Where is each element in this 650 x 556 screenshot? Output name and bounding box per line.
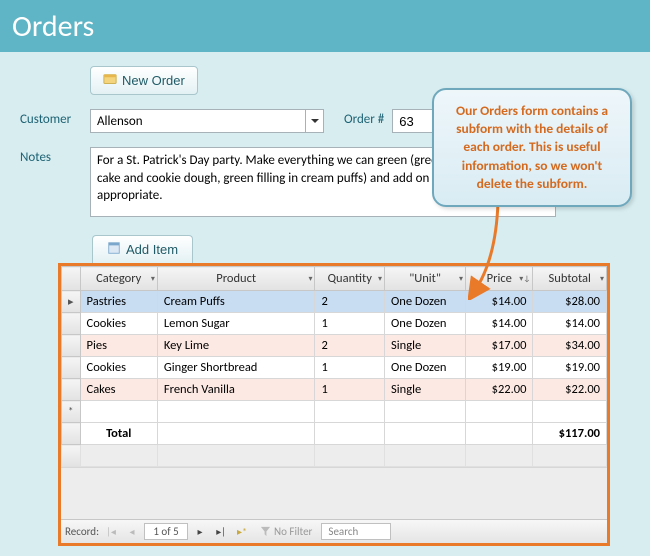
- cell-subtotal[interactable]: $34.00: [533, 335, 607, 357]
- record-position[interactable]: 1 of 5: [144, 523, 188, 540]
- cell-price[interactable]: $14.00: [466, 313, 533, 335]
- cell-quantity[interactable]: 1: [315, 357, 385, 379]
- cell-unit[interactable]: Single: [385, 379, 466, 401]
- filter-icon: [260, 526, 271, 537]
- items-subform: Category▾ Product▾ Quantity▾ "Unit"▾ Pri…: [58, 263, 610, 546]
- chevron-down-icon[interactable]: [305, 110, 323, 132]
- cell-unit[interactable]: One Dozen: [385, 291, 466, 313]
- add-item-icon: [107, 241, 121, 258]
- cell-product[interactable]: Ginger Shortbread: [157, 357, 315, 379]
- table-row[interactable]: CookiesLemon Sugar1One Dozen$14.00$14.00: [62, 313, 607, 335]
- cell-subtotal[interactable]: $28.00: [533, 291, 607, 313]
- col-unit[interactable]: "Unit"▾: [385, 267, 466, 291]
- col-product[interactable]: Product▾: [157, 267, 315, 291]
- col-category[interactable]: Category▾: [80, 267, 157, 291]
- table-row-empty: [62, 445, 607, 467]
- row-selector[interactable]: [62, 313, 81, 335]
- cell-quantity[interactable]: 1: [315, 313, 385, 335]
- order-num-label: Order #: [344, 109, 384, 127]
- customer-label: Customer: [20, 109, 82, 127]
- cell-category[interactable]: Pastries: [80, 291, 157, 313]
- cell-subtotal[interactable]: $14.00: [533, 313, 607, 335]
- record-navbar: Record: |◂ ◂ 1 of 5 ▸ ▸| ▸* No Filter Se…: [61, 519, 607, 543]
- col-subtotal[interactable]: Subtotal▾: [533, 267, 607, 291]
- cell-price[interactable]: $17.00: [466, 335, 533, 357]
- table-row[interactable]: CookiesGinger Shortbread1One Dozen$19.00…: [62, 357, 607, 379]
- row-selector-header[interactable]: [62, 267, 81, 291]
- row-selector[interactable]: [62, 357, 81, 379]
- row-selector[interactable]: [62, 379, 81, 401]
- cell-category[interactable]: Cakes: [80, 379, 157, 401]
- cell-unit[interactable]: One Dozen: [385, 357, 466, 379]
- cell-product[interactable]: French Vanilla: [157, 379, 315, 401]
- new-order-label: New Order: [122, 73, 185, 88]
- nav-next-icon[interactable]: ▸: [191, 523, 209, 541]
- cell-subtotal[interactable]: $19.00: [533, 357, 607, 379]
- cell-subtotal[interactable]: $22.00: [533, 379, 607, 401]
- items-grid[interactable]: Category▾ Product▾ Quantity▾ "Unit"▾ Pri…: [61, 266, 607, 467]
- table-row-total: Total $117.00: [62, 423, 607, 445]
- cell-quantity[interactable]: 1: [315, 379, 385, 401]
- customer-combo[interactable]: Allenson: [90, 109, 324, 133]
- page-title: Orders: [0, 0, 650, 52]
- table-row[interactable]: PiesKey Lime2Single$17.00$34.00: [62, 335, 607, 357]
- table-row-new[interactable]: *: [62, 401, 607, 423]
- add-item-button[interactable]: Add Item: [92, 235, 193, 263]
- cell-product[interactable]: Lemon Sugar: [157, 313, 315, 335]
- cell-product[interactable]: Cream Puffs: [157, 291, 315, 313]
- total-label: Total: [80, 423, 157, 445]
- customer-value: Allenson: [91, 114, 305, 129]
- cell-quantity[interactable]: 2: [315, 291, 385, 313]
- cell-unit[interactable]: One Dozen: [385, 313, 466, 335]
- nav-new-icon[interactable]: ▸*: [233, 523, 251, 541]
- record-label: Record:: [65, 525, 99, 538]
- nav-prev-icon[interactable]: ◂: [123, 523, 141, 541]
- new-order-icon: [103, 72, 117, 89]
- col-quantity[interactable]: Quantity▾: [315, 267, 385, 291]
- callout-arrow-icon: [468, 200, 508, 300]
- nav-last-icon[interactable]: ▸|: [212, 523, 230, 541]
- cell-unit[interactable]: Single: [385, 335, 466, 357]
- cell-category[interactable]: Cookies: [80, 357, 157, 379]
- new-row-indicator[interactable]: *: [62, 401, 81, 423]
- row-selector[interactable]: [62, 335, 81, 357]
- new-order-button[interactable]: New Order: [90, 66, 198, 95]
- cell-product[interactable]: Key Lime: [157, 335, 315, 357]
- total-value: $117.00: [533, 423, 607, 445]
- filter-status[interactable]: No Filter: [260, 525, 312, 538]
- grid-filler: [61, 467, 607, 519]
- notes-label: Notes: [20, 147, 82, 165]
- cell-category[interactable]: Cookies: [80, 313, 157, 335]
- cell-quantity[interactable]: 2: [315, 335, 385, 357]
- row-selector[interactable]: ▸: [62, 291, 81, 313]
- grid-header-row: Category▾ Product▾ Quantity▾ "Unit"▾ Pri…: [62, 267, 607, 291]
- cell-price[interactable]: $19.00: [466, 357, 533, 379]
- add-item-label: Add Item: [126, 242, 178, 257]
- cell-category[interactable]: Pies: [80, 335, 157, 357]
- cell-price[interactable]: $22.00: [466, 379, 533, 401]
- table-row[interactable]: ▸PastriesCream Puffs2One Dozen$14.00$28.…: [62, 291, 607, 313]
- table-row[interactable]: CakesFrench Vanilla1Single$22.00$22.00: [62, 379, 607, 401]
- callout-annotation: Our Orders form contains a subform with …: [432, 88, 632, 207]
- search-input[interactable]: Search: [321, 523, 391, 540]
- nav-first-icon[interactable]: |◂: [102, 523, 120, 541]
